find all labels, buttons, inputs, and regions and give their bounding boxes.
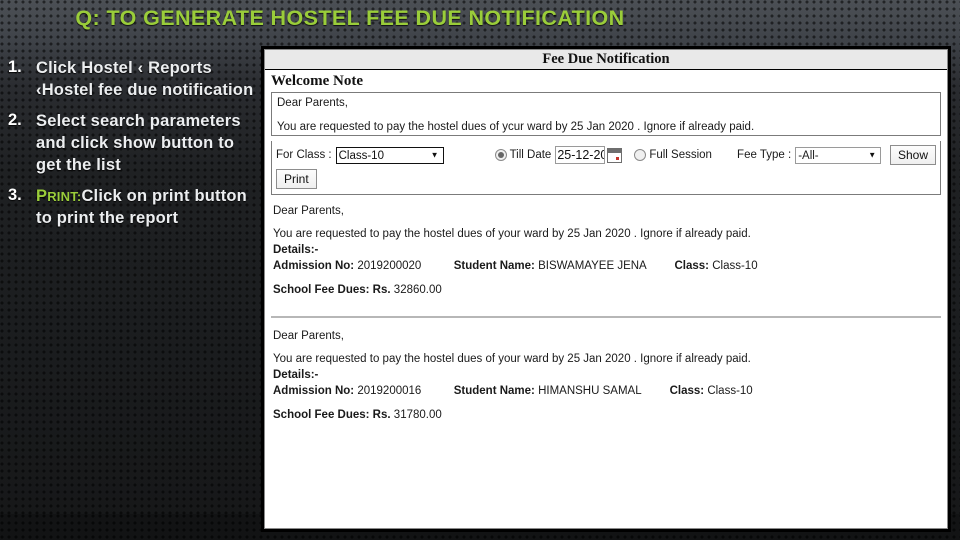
till-date-input[interactable]: 25-12-2019 [555, 146, 606, 164]
student-name-value: BISWAMAYEE JENA [538, 260, 647, 272]
page-title: Q: TO GENERATE HOSTEL FEE DUE NOTIFICATI… [75, 6, 625, 30]
class-select-wrapper: Class-10 ▼ [335, 146, 444, 165]
list-item: 1. Click Hostel ‹ Reports ‹Hostel fee du… [2, 58, 254, 102]
class-label: Class: [669, 385, 705, 397]
class-label: Class: [674, 260, 710, 272]
print-keyword: PRINT: [36, 186, 82, 205]
record-details-label: Details:- [273, 369, 319, 381]
dues-value: 32860.00 [393, 284, 442, 296]
list-item-number: 2. [8, 110, 22, 129]
application-window-inner: Fee Due Notification Welcome Note Dear P… [264, 49, 948, 529]
record-message: You are requested to pay the hostel dues… [273, 228, 751, 240]
till-date-radio[interactable] [494, 149, 507, 161]
list-item-number: 1. [8, 58, 22, 76]
student-name-label: Student Name: [453, 260, 535, 272]
report-body: Dear Parents, You are requested to pay t… [271, 199, 941, 425]
record-greeting: Dear Parents, [273, 205, 344, 217]
app-header-title: Fee Due Notification [265, 50, 947, 70]
dues-value: 31780.00 [393, 409, 442, 421]
list-item-label: Select search parameters and click show … [36, 111, 241, 174]
search-toolbar: For Class : Class-10 ▼ Till Date 25-12-2… [271, 141, 941, 195]
welcome-note-line-2: You are requested to pay the hostel dues… [277, 121, 755, 134]
calendar-icon[interactable] [607, 147, 623, 163]
full-session-radio[interactable] [634, 149, 647, 161]
student-name-label: Student Name: [453, 385, 535, 397]
record-details-label: Details:- [273, 244, 319, 256]
record-dues: School Fee Dues: Rs. 32860.00 [273, 284, 939, 296]
welcome-note-textarea[interactable]: Dear Parents, You are requested to pay t… [271, 92, 941, 136]
fee-type-select-wrapper: -All- ▼ [795, 146, 882, 165]
list-item: 3. PRINT:Click on print button to print … [2, 186, 254, 230]
record-info-line: Admission No: 2019200020 Student Name: B… [273, 260, 939, 272]
record-dues: School Fee Dues: Rs. 31780.00 [273, 409, 939, 421]
dues-label: School Fee Dues: Rs. [273, 284, 391, 296]
admission-no-value: 2019200016 [357, 385, 422, 397]
class-value: Class-10 [712, 260, 758, 272]
admission-no-value: 2019200020 [357, 260, 422, 272]
full-session-label: Full Session [649, 149, 712, 161]
fee-type-select[interactable]: -All- [795, 147, 882, 165]
application-window: Fee Due Notification Welcome Note Dear P… [261, 46, 951, 532]
admission-no-label: Admission No: [273, 260, 355, 272]
welcome-note-line-1: Dear Parents, [277, 97, 348, 109]
admission-no-label: Admission No: [273, 385, 355, 397]
list-item-label: Click Hostel ‹ Reports ‹Hostel fee due n… [36, 59, 254, 99]
slide-background: Q: TO GENERATE HOSTEL FEE DUE NOTIFICATI… [0, 0, 960, 540]
record-message: You are requested to pay the hostel dues… [273, 353, 751, 365]
till-date-label: Till Date [509, 149, 552, 161]
list-item: 2. Select search parameters and click sh… [2, 111, 254, 177]
class-select[interactable]: Class-10 [335, 147, 444, 165]
student-name-value: HIMANSHU SAMAL [538, 385, 642, 397]
print-button[interactable]: Print [276, 169, 317, 189]
show-button[interactable]: Show [889, 145, 936, 165]
record-info-line: Admission No: 2019200016 Student Name: H… [273, 385, 939, 397]
record-separator [271, 316, 941, 318]
for-class-label: For Class : [276, 149, 332, 161]
notification-record: Dear Parents, You are requested to pay t… [271, 324, 941, 425]
notification-record: Dear Parents, You are requested to pay t… [271, 199, 941, 300]
fee-type-label: Fee Type : [737, 149, 792, 161]
list-item-label: PRINT:Click on print button to print the… [36, 186, 254, 230]
record-greeting: Dear Parents, [273, 330, 344, 342]
list-item-number: 3. [8, 185, 22, 204]
class-value: Class-10 [707, 385, 753, 397]
dues-label: School Fee Dues: Rs. [273, 409, 391, 421]
welcome-note-heading: Welcome Note [271, 73, 364, 89]
instruction-list: 1. Click Hostel ‹ Reports ‹Hostel fee du… [2, 58, 254, 239]
